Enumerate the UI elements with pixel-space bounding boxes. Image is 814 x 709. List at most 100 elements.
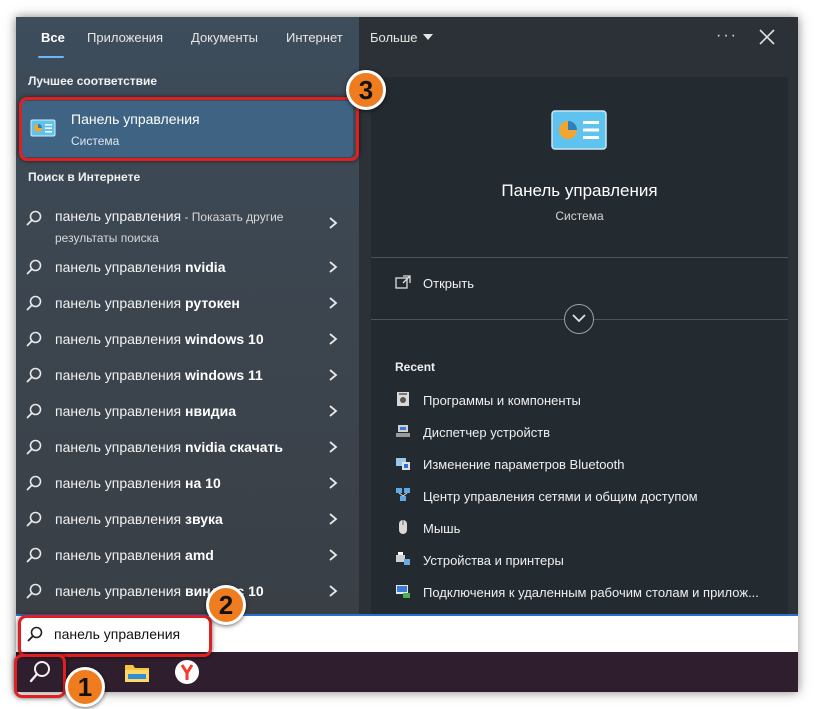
web-suggestion-row[interactable]: панель управления nvidia скачать [16, 429, 359, 465]
search-icon [26, 259, 42, 275]
suggestion-base: панель управления [55, 367, 186, 383]
search-icon [26, 210, 42, 226]
taskbar-search-button[interactable] [23, 657, 57, 687]
search-icon [26, 583, 42, 599]
search-bar [16, 614, 798, 652]
step-badge-2: 2 [206, 585, 246, 625]
web-result-query: панель управления [55, 208, 182, 224]
web-suggestion-text: панель управления windows 11 [55, 367, 263, 383]
recent-item[interactable]: Изменение параметров Bluetooth [395, 453, 785, 477]
search-icon [26, 511, 42, 527]
yandex-browser-icon[interactable] [174, 659, 200, 685]
suggestion-bold: на 10 [185, 475, 221, 491]
search-icon [26, 547, 42, 563]
web-suggestion-row[interactable]: панель управления звука [16, 501, 359, 537]
suggestion-base: панель управления [55, 439, 186, 455]
programs-icon [397, 392, 409, 406]
search-icon [27, 626, 43, 642]
web-suggestion-text: панель управления рутокен [55, 295, 240, 311]
recent-item[interactable]: Мышь [395, 517, 785, 541]
open-action[interactable]: Открыть [395, 273, 775, 297]
tab-apps[interactable]: Приложения [87, 30, 163, 45]
chevron-right-icon [329, 585, 338, 597]
file-explorer-icon[interactable] [124, 660, 150, 684]
preview-panel: Панель управления Система Открыть Recent… [371, 77, 788, 632]
best-match-heading: Лучшее соответствие [28, 74, 158, 88]
tab-internet[interactable]: Интернет [286, 30, 343, 45]
recent-item[interactable]: Устройства и принтеры [395, 549, 785, 573]
web-suggestion-text: панель управления amd [55, 547, 214, 563]
web-suggestion-text: панель управления windows 10 [55, 331, 264, 347]
chevron-right-icon [329, 477, 338, 489]
expand-button[interactable] [564, 304, 594, 334]
suggestion-bold: nvidia [185, 259, 226, 275]
best-match-item[interactable]: Панель управления Система [20, 101, 353, 157]
chevron-right-icon [329, 405, 338, 417]
recent-item[interactable]: Центр управления сетями и общим доступом [395, 485, 785, 509]
recent-item-label: Изменение параметров Bluetooth [423, 457, 625, 472]
web-suggestion-row[interactable]: панель управления рутокен [16, 285, 359, 321]
recent-item-label: Подключения к удаленным рабочим столам и… [423, 585, 759, 600]
tab-more[interactable]: Больше [370, 30, 433, 45]
best-match-title: Панель управления [71, 111, 200, 127]
close-icon[interactable] [756, 26, 778, 48]
results-panel: Все Приложения Документы Интернет Больше… [16, 17, 433, 614]
recent-heading: Recent [395, 360, 436, 374]
best-match-subtitle: Система [71, 134, 120, 148]
suggestion-base: панель управления [55, 511, 186, 527]
recent-item-label: Устройства и принтеры [423, 553, 564, 568]
suggestion-bold: рутокен [185, 295, 240, 311]
suggestion-bold: nvidia скачать [185, 439, 283, 455]
tab-all[interactable]: Все [41, 30, 65, 45]
search-icon [26, 475, 42, 491]
web-suggestion-row[interactable]: панель управления nvidia [16, 249, 359, 285]
web-suggestion-row[interactable]: панель управления windows 11 [16, 357, 359, 393]
web-result-text: панель управления - Показать другие резул… [55, 206, 283, 248]
recent-item[interactable]: Подключения к удаленным рабочим столам и… [395, 581, 785, 605]
suggestion-bold: amd [185, 547, 214, 563]
web-suggestion-row[interactable]: панель управления windows 10 [16, 321, 359, 357]
web-result-row[interactable]: панель управления - Показать другие резул… [16, 200, 359, 246]
recent-item-label: Программы и компоненты [423, 393, 581, 408]
control-panel-icon [30, 119, 56, 137]
web-suggestion-row[interactable]: панель управления amd [16, 537, 359, 573]
chevron-right-icon [329, 441, 338, 453]
printers-icon [396, 552, 410, 565]
web-result-hint-line2: результаты поиска [55, 231, 159, 245]
tab-documents[interactable]: Документы [191, 30, 258, 45]
divider [371, 257, 788, 258]
preview-title: Панель управления [501, 181, 658, 200]
tab-more-label: Больше [370, 30, 418, 45]
suggestion-base: панель управления [55, 583, 186, 599]
caret-down-icon [422, 34, 433, 40]
mouse-icon [399, 520, 407, 534]
search-icon [26, 403, 42, 419]
more-dots-icon[interactable]: ··· [716, 27, 738, 45]
preview-subtitle: Система [555, 209, 604, 223]
search-input[interactable] [54, 623, 654, 645]
search-icon [26, 295, 42, 311]
suggestion-bold: windows 10 [185, 331, 264, 347]
search-icon [26, 331, 42, 347]
web-suggestion-row[interactable]: панель управления нвидиа [16, 393, 359, 429]
recent-item[interactable]: Диспетчер устройств [395, 421, 785, 445]
control-panel-large-icon [551, 110, 607, 150]
chevron-right-icon [329, 369, 338, 381]
recent-item[interactable]: Программы и компоненты [395, 389, 785, 413]
chevron-right-icon [329, 513, 338, 525]
chevron-right-icon [329, 549, 338, 561]
chevron-down-icon [572, 314, 586, 323]
web-result-hint: - Показать другие [181, 210, 284, 224]
suggestion-base: панель управления [55, 475, 186, 491]
suggestion-bold: нвидиа [185, 403, 236, 419]
web-suggestion-text: панель управления на 10 [55, 475, 221, 491]
active-tab-indicator [38, 56, 64, 58]
recent-item-label: Мышь [423, 521, 461, 536]
open-label: Открыть [423, 276, 475, 291]
recent-item-label: Центр управления сетями и общим доступом [423, 489, 698, 504]
taskbar [16, 652, 798, 692]
step-badge-1: 1 [65, 667, 105, 707]
web-suggestion-row[interactable]: панель управления виндовс 10 [16, 573, 359, 609]
web-suggestion-row[interactable]: панель управления на 10 [16, 465, 359, 501]
chevron-right-icon [329, 333, 338, 345]
